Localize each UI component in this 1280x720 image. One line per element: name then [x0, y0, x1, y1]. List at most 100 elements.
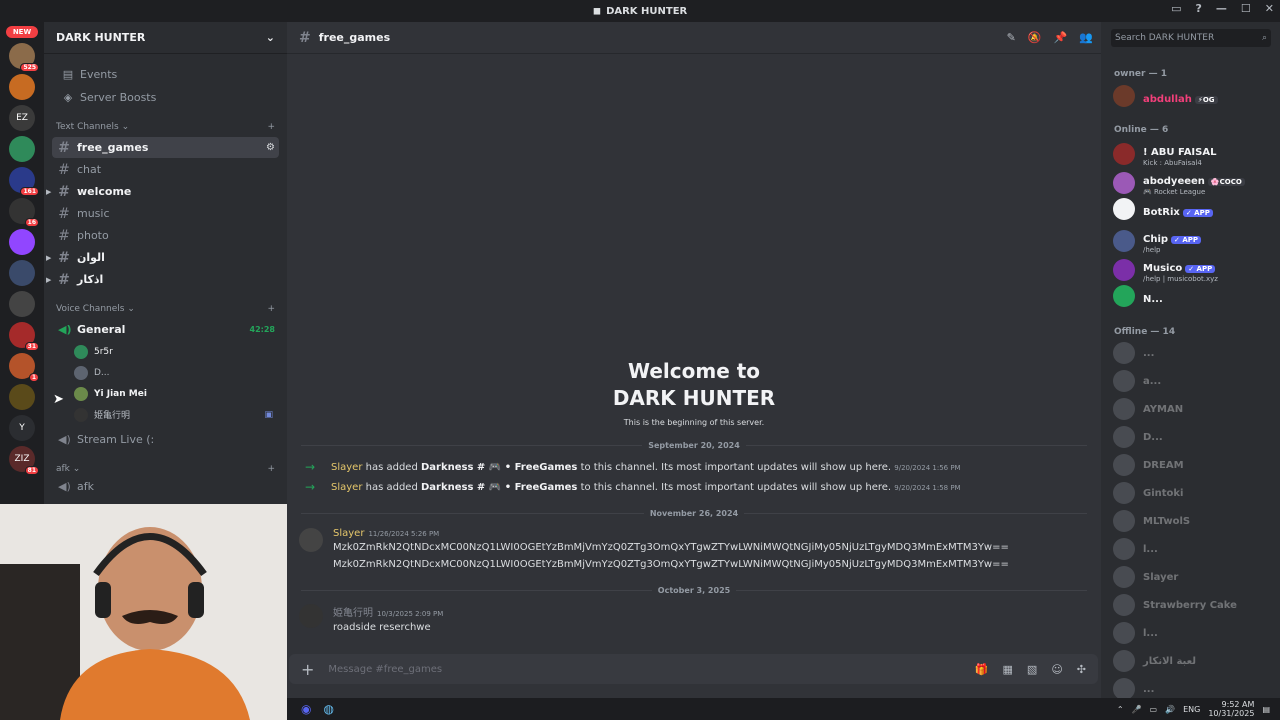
server-name: DARK HUNTER [56, 31, 146, 44]
chevron-down-icon: ⌄ [265, 31, 275, 44]
channel-welcome[interactable]: ▶ # welcome [46, 181, 279, 202]
search-icon: ⌕ [1261, 33, 1267, 43]
window-title: ◼ DARK HUNTER [592, 5, 688, 17]
avatar [74, 344, 88, 359]
channel-header: # free_games ✎ 🔕 📌 👥 [287, 22, 1101, 54]
channel-music[interactable]: # music [52, 203, 279, 224]
tray-up-icon[interactable]: ⌃ [1117, 705, 1124, 714]
voice-channels-category[interactable]: Voice Channels ⌄ + [44, 300, 287, 318]
steam-app-icon[interactable]: ◍ [323, 702, 333, 716]
avatar[interactable] [299, 528, 323, 552]
member-offline[interactable]: Slayer [1113, 566, 1278, 588]
owner-header: owner — 1 [1114, 69, 1167, 79]
member-online[interactable]: abodyeeen 🌸COCO 🎮 Rocket League [1113, 169, 1278, 196]
title-bar: ◼ DARK HUNTER ▭ ? — ☐ ✕ [0, 0, 1280, 22]
channel-colors[interactable]: ▶ # الوان [46, 247, 279, 268]
server-icon[interactable]: 1 [9, 353, 39, 382]
channel-chat[interactable]: # chat [52, 159, 279, 180]
mute-icon[interactable]: 🔕 [1028, 31, 1042, 44]
sticker-icon[interactable]: ▧ [1027, 663, 1037, 676]
server-icon[interactable]: 31 [9, 322, 39, 351]
channel-settings-icon[interactable]: ⚙ [266, 142, 275, 153]
member-online[interactable]: BotRix ✓ APP [1113, 198, 1278, 220]
avatar[interactable] [299, 604, 323, 628]
add-channel-icon[interactable]: + [267, 304, 275, 314]
add-channel-icon[interactable]: + [267, 464, 275, 474]
channel-photo[interactable]: # photo [52, 225, 279, 246]
channel-azkar[interactable]: ▶ # اذكار [46, 269, 279, 290]
members-icon[interactable]: 👥 [1079, 31, 1093, 44]
member-offline[interactable]: لعبة الانكار [1113, 650, 1278, 672]
server-icon[interactable] [9, 229, 35, 255]
server-boosts-link[interactable]: ◈ Server Boosts [50, 86, 281, 108]
search-input[interactable]: Search DARK HUNTER ⌕ [1111, 29, 1271, 47]
member-offline[interactable]: l... [1113, 538, 1278, 560]
member-owner[interactable]: abdullah ⚡OG [1113, 85, 1278, 107]
voice-user[interactable]: 5r5r [74, 341, 287, 362]
help-icon[interactable]: ? [1196, 2, 1202, 15]
server-icon[interactable] [9, 291, 35, 317]
stream-channel[interactable]: ◀) Stream Live (: [52, 429, 279, 450]
avatar [1113, 370, 1135, 392]
member-offline[interactable]: MLTwolS [1113, 510, 1278, 532]
clock[interactable]: 9:52 AM 10/31/2025 [1208, 700, 1254, 718]
message-input[interactable]: Message #free_games [328, 664, 442, 675]
network-icon[interactable]: ▭ [1150, 705, 1158, 714]
member-offline[interactable]: D... [1113, 426, 1278, 448]
inbox-icon[interactable]: ▭ [1171, 2, 1181, 15]
server-icon[interactable] [9, 384, 35, 410]
avatar [1113, 426, 1135, 448]
member-online[interactable]: ! ABU FAISAL Kick : AbuFaisal4 [1113, 140, 1278, 167]
voice-channel-general[interactable]: ◀) General 42:28 [52, 319, 279, 340]
server-icon[interactable] [9, 136, 35, 162]
apps-icon[interactable]: ✣ [1077, 663, 1086, 676]
server-icon[interactable] [9, 74, 35, 100]
add-channel-icon[interactable]: + [267, 122, 275, 132]
message-composer[interactable]: + Message #free_games 🎁 ▦ ▧ ☺ ✣ [289, 654, 1098, 684]
server-icon[interactable]: EZ [9, 105, 35, 131]
attach-plus-icon[interactable]: + [301, 660, 314, 679]
close-button[interactable]: ✕ [1265, 2, 1274, 15]
gif-icon[interactable]: ▦ [1003, 663, 1013, 676]
notification-icon[interactable]: ▤ [1262, 705, 1270, 714]
voice-user[interactable]: 姫亀行明 ▣ [74, 404, 287, 425]
afk-channel[interactable]: ◀) afk [52, 476, 279, 497]
volume-icon[interactable]: 🔊 [1165, 705, 1175, 714]
member-online[interactable]: N... [1113, 285, 1278, 307]
server-header[interactable]: DARK HUNTER ⌄ [44, 22, 287, 54]
server-icon[interactable]: ZIZ 81 [9, 446, 39, 475]
member-offline[interactable]: a... [1113, 370, 1278, 392]
language-indicator[interactable]: ENG [1183, 705, 1200, 714]
welcome-block: Welcome to DARK HUNTER This is the beginn… [287, 358, 1101, 427]
member-offline[interactable]: l... [1113, 622, 1278, 644]
voice-user[interactable]: D... [74, 362, 287, 383]
mic-icon[interactable]: 🎤 [1132, 705, 1142, 714]
server-icon[interactable]: 161 [9, 167, 39, 196]
pin-icon[interactable]: 📌 [1054, 31, 1068, 44]
server-icon[interactable]: 16 [9, 198, 39, 227]
minimize-button[interactable]: — [1216, 2, 1227, 15]
threads-icon[interactable]: ✎ [1007, 31, 1016, 44]
server-icon[interactable]: Y [9, 415, 35, 441]
member-offline[interactable]: Strawberry Cake [1113, 594, 1278, 616]
maximize-button[interactable]: ☐ [1241, 2, 1251, 15]
member-offline[interactable]: Gintoki [1113, 482, 1278, 504]
member-offline[interactable]: ... [1113, 342, 1278, 364]
gift-icon[interactable]: 🎁 [975, 663, 989, 676]
discord-app-icon[interactable]: ◉ [301, 702, 311, 716]
channel-free-games[interactable]: # free_games ⚙ [52, 137, 279, 158]
member-offline[interactable]: ... [1113, 678, 1278, 698]
member-online[interactable]: Chip ✓ APP/help [1113, 227, 1278, 254]
voice-user[interactable]: Yi Jian Mei [74, 383, 287, 404]
chat-area: # free_games ✎ 🔕 📌 👥 Welcome to DARK HUNT… [287, 22, 1101, 698]
events-link[interactable]: ▤ Events [50, 63, 281, 85]
avatar [1113, 510, 1135, 532]
arrow-right-icon: → [305, 460, 316, 474]
server-icon[interactable] [9, 260, 35, 286]
member-offline[interactable]: DREAM [1113, 454, 1278, 476]
member-offline[interactable]: AYMAN [1113, 398, 1278, 420]
text-channels-category[interactable]: Text Channels ⌄ + [44, 118, 287, 136]
member-online[interactable]: Musico ✓ APP/help | musicobot.xyz [1113, 256, 1278, 283]
server-icon[interactable]: 525 [9, 43, 39, 72]
emoji-icon[interactable]: ☺ [1051, 663, 1062, 676]
